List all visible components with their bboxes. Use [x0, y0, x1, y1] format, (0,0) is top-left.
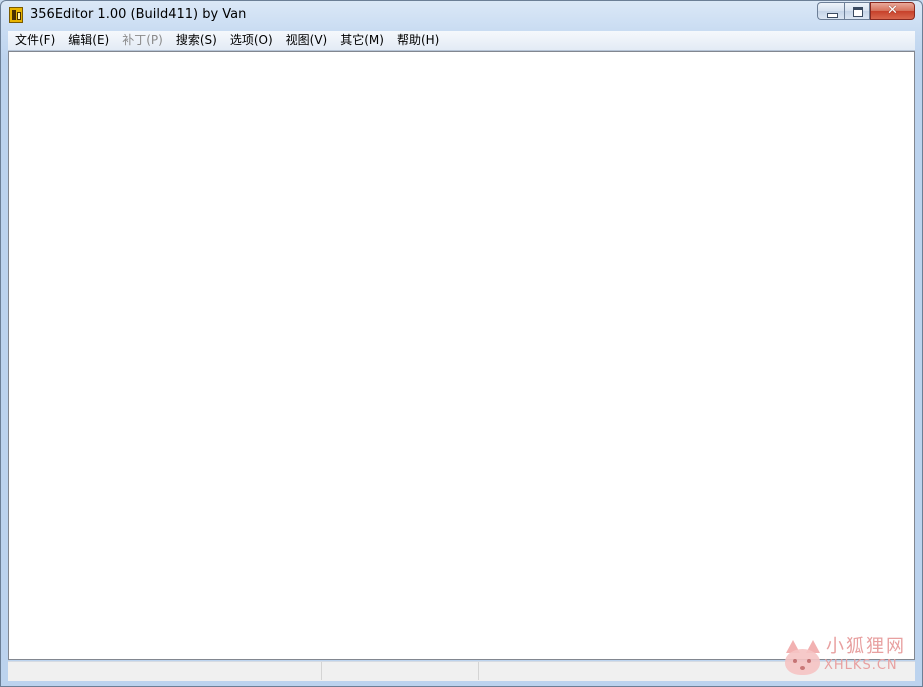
app-window: 356Editor 1.00 (Build411) by Van ✕ 文件(F)… [0, 0, 923, 687]
watermark: 小狐狸网 XHLKS.CN [784, 636, 914, 680]
title-bar[interactable]: 356Editor 1.00 (Build411) by Van ✕ [1, 1, 922, 29]
close-icon: ✕ [887, 3, 898, 18]
watermark-text-en: XHLKS.CN [824, 658, 898, 673]
editor-area[interactable] [8, 51, 915, 660]
maximize-button[interactable] [844, 2, 870, 20]
window-title: 356Editor 1.00 (Build411) by Van [30, 7, 247, 22]
menu-patch: 补丁(P) [122, 33, 163, 47]
menu-options[interactable]: 选项(O) [223, 31, 279, 50]
minimize-icon [827, 13, 838, 18]
menu-file[interactable]: 文件(F) [8, 31, 61, 50]
close-button[interactable]: ✕ [870, 2, 915, 20]
menu-help[interactable]: 帮助(H) [390, 31, 445, 50]
caption-buttons: ✕ [817, 2, 915, 21]
menu-edit[interactable]: 编辑(E) [61, 31, 115, 50]
fox-logo-icon [784, 640, 822, 676]
menu-bar: 文件(F) 编辑(E) 补丁(P) 搜索(S) 选项(O) 视图(V) 其它(M… [8, 31, 915, 51]
watermark-text-cn: 小狐狸网 [826, 636, 906, 657]
status-pane-1 [8, 662, 322, 680]
minimize-button[interactable] [817, 2, 844, 20]
menu-search[interactable]: 搜索(S) [169, 31, 223, 50]
maximize-icon [853, 7, 863, 17]
menu-other[interactable]: 其它(M) [333, 31, 390, 50]
status-bar [8, 661, 915, 681]
status-pane-2 [322, 662, 479, 680]
menu-view[interactable]: 视图(V) [279, 31, 334, 50]
editor-app-icon[interactable] [9, 7, 23, 23]
